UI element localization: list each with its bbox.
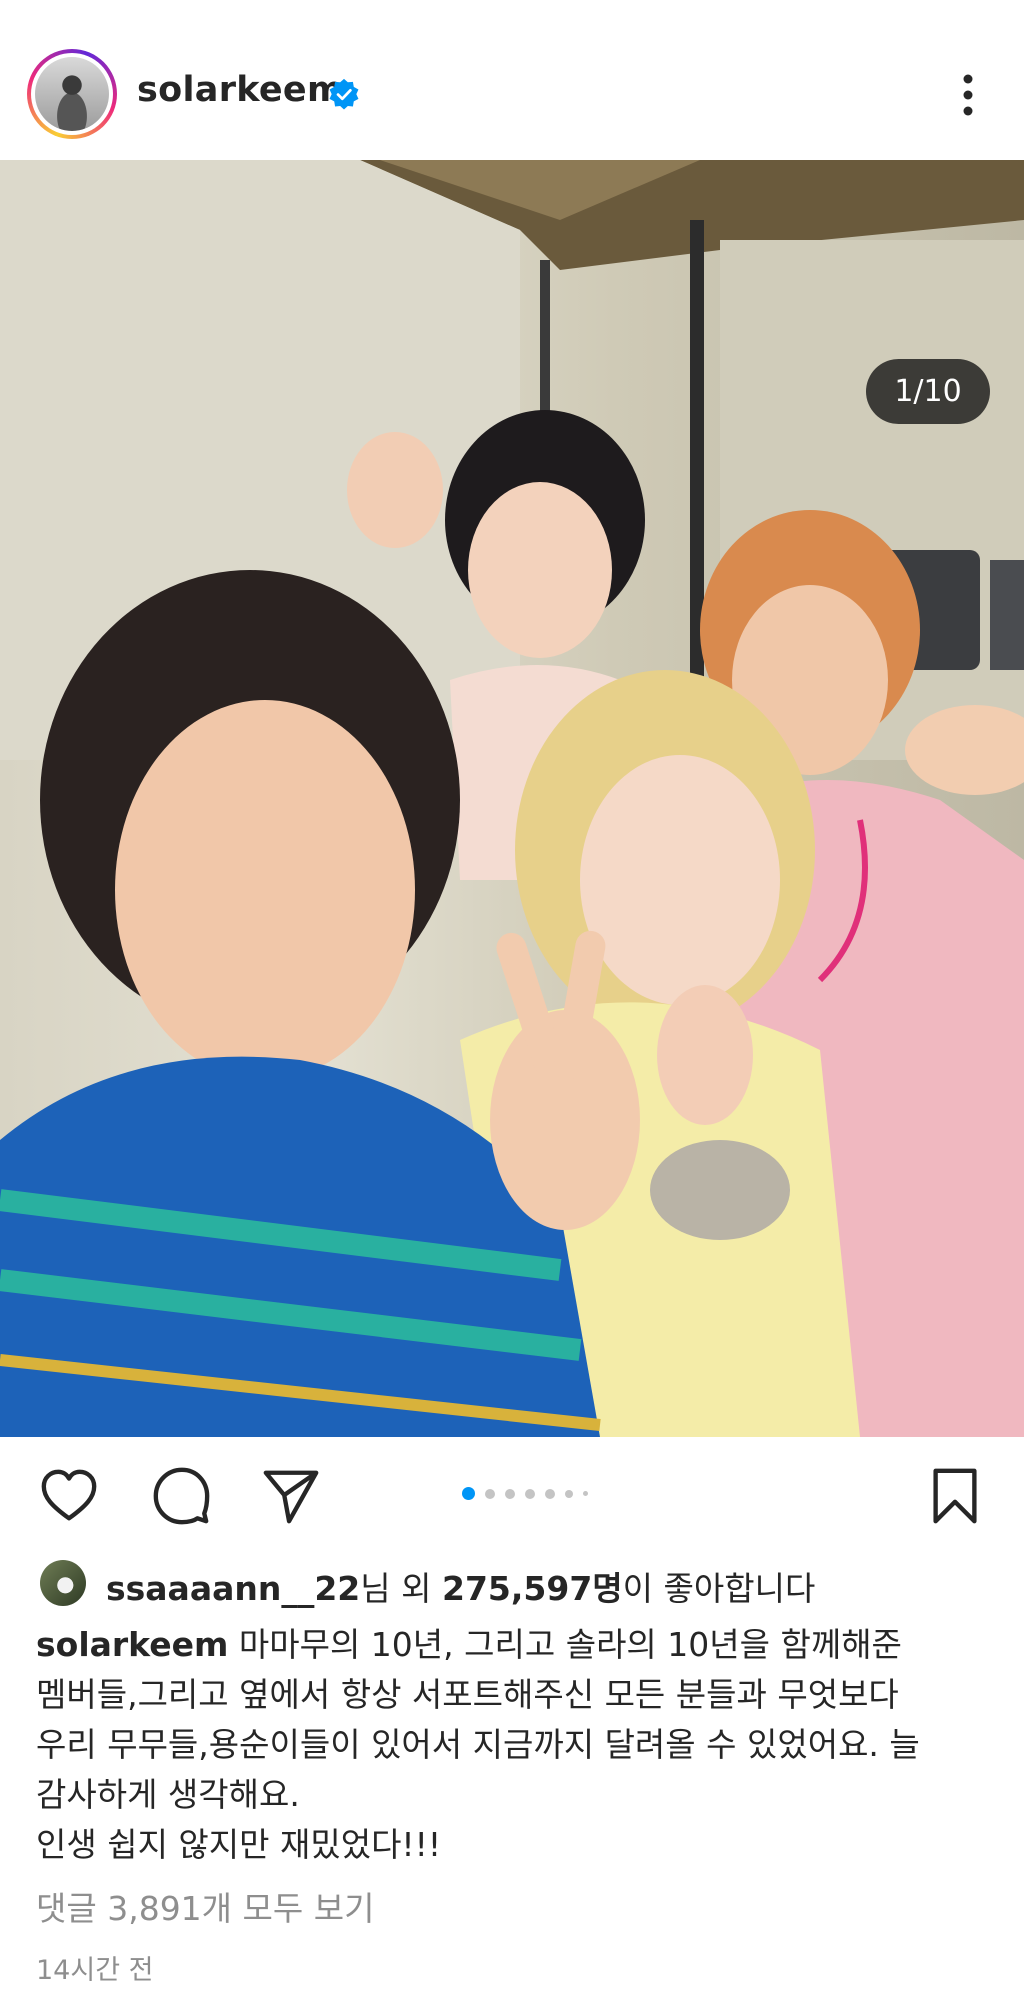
caption: solarkeem 마마무의 10년, 그리고 솔라의 10년을 함께해준 멤버… [36, 1620, 996, 1870]
liker-avatar[interactable] [40, 1560, 86, 1606]
liker-username[interactable]: ssaaaann__22 [106, 1569, 360, 1608]
carousel-dot [505, 1489, 515, 1499]
carousel-dot [525, 1489, 535, 1499]
caption-line-4: 감사하게 생각해요. [36, 1775, 300, 1814]
post-header: solarkeem [0, 0, 1024, 160]
caption-line-1: solarkeem 마마무의 10년, 그리고 솔라의 10년을 함께해준 [36, 1620, 996, 1670]
comment-icon[interactable] [150, 1465, 212, 1527]
heart-icon[interactable] [38, 1465, 100, 1527]
caption-author[interactable]: solarkeem [36, 1625, 228, 1664]
carousel-dot [485, 1489, 495, 1499]
send-icon[interactable] [260, 1465, 322, 1527]
carousel-dot [583, 1491, 588, 1496]
more-vertical-icon[interactable] [948, 70, 988, 120]
caption-text: 마마무의 10년, 그리고 솔라의 10년을 함께해준 [228, 1625, 902, 1664]
carousel-dot [545, 1489, 555, 1499]
likes-text: 님 외 [360, 1569, 442, 1608]
avatar-image [35, 57, 109, 131]
post-photo[interactable]: 1/10 [0, 160, 1024, 1437]
carousel-dot [565, 1490, 573, 1498]
view-all-comments-link[interactable]: 댓글 3,891개 모두 보기 [36, 1882, 374, 1930]
likes-text-end: 이 좋아합니다 [622, 1569, 816, 1608]
carousel-dot-active [462, 1487, 475, 1500]
likes-count[interactable]: 275,597명 [442, 1569, 623, 1608]
verified-badge-icon [329, 78, 359, 110]
bookmark-icon[interactable] [924, 1465, 986, 1527]
post-timestamp: 14시간 전 [36, 1955, 154, 1986]
caption-line-5: 인생 쉽지 않지만 재밌었다!!! [36, 1825, 442, 1864]
carousel-counter: 1/10 [866, 359, 990, 424]
caption-line-3: 우리 무무들,용순이들이 있어서 지금까지 달려올 수 있었어요. 늘 [36, 1725, 920, 1764]
username[interactable]: solarkeem [137, 70, 344, 110]
likes-summary[interactable]: ssaaaann__22님 외 275,597명이 좋아합니다 [106, 1562, 815, 1610]
avatar[interactable] [27, 49, 117, 139]
caption-line-2: 멤버들,그리고 옆에서 항상 서포트해주신 모든 분들과 무엇보다 [36, 1675, 899, 1714]
photo-illustration [0, 160, 1024, 1437]
